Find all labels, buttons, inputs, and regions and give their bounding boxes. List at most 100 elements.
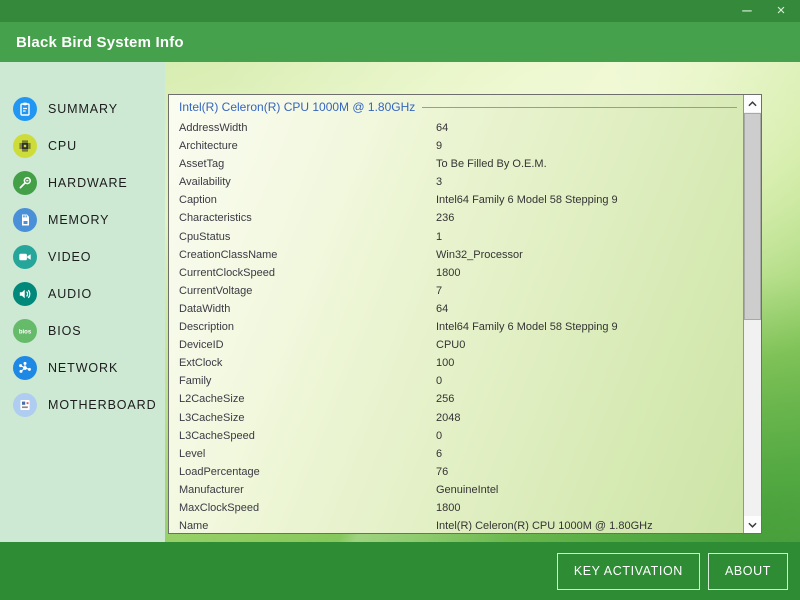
property-name: Caption (179, 194, 217, 206)
property-row[interactable]: DeviceID CPU0 (169, 336, 743, 354)
motherboard-icon (13, 393, 37, 417)
window-controls: – × (734, 0, 794, 22)
property-value: CPU0 (436, 336, 465, 354)
property-name: LoadPercentage (179, 466, 260, 478)
property-name: AddressWidth (179, 122, 247, 134)
property-value: 1800 (436, 499, 460, 517)
sidebar-item-motherboard[interactable]: MOTHERBOARD (0, 386, 165, 423)
property-name: CpuStatus (179, 231, 230, 243)
chip-icon (13, 134, 37, 158)
sidebar-item-summary[interactable]: SUMMARY (0, 90, 165, 127)
about-button[interactable]: ABOUT (708, 553, 788, 590)
property-row[interactable]: CpuStatus 1 (169, 228, 743, 246)
property-row[interactable]: CurrentVoltage 7 (169, 282, 743, 300)
cpu-properties-panel: Intel(R) Celeron(R) CPU 1000M @ 1.80GHz … (168, 94, 762, 534)
property-name: CreationClassName (179, 249, 277, 261)
property-name: DataWidth (179, 303, 230, 315)
sidebar-item-cpu[interactable]: CPU (0, 127, 165, 164)
property-row[interactable]: Family 0 (169, 372, 743, 390)
property-row[interactable]: MaxClockSpeed 1800 (169, 499, 743, 517)
speaker-icon (13, 282, 37, 306)
property-name: Level (179, 448, 205, 460)
property-row[interactable]: AssetTag To Be Filled By O.E.M. (169, 155, 743, 173)
property-name: L2CacheSize (179, 393, 244, 405)
group-header: Intel(R) Celeron(R) CPU 1000M @ 1.80GHz (169, 95, 761, 119)
sidebar-item-label: MOTHERBOARD (48, 398, 157, 412)
scroll-down-button[interactable] (744, 516, 761, 533)
property-row[interactable]: AddressWidth 64 (169, 119, 743, 137)
property-name: ExtClock (179, 357, 222, 369)
property-row[interactable]: LoadPercentage 76 (169, 463, 743, 481)
property-value: 7 (436, 282, 442, 300)
property-row[interactable]: Level 6 (169, 445, 743, 463)
property-row[interactable]: Name Intel(R) Celeron(R) CPU 1000M @ 1.8… (169, 517, 743, 531)
sidebar-item-video[interactable]: VIDEO (0, 238, 165, 275)
scrollbar-track[interactable] (744, 112, 761, 516)
sidebar-item-label: NETWORK (48, 361, 118, 375)
minimize-button[interactable]: – (734, 0, 760, 22)
property-name: Characteristics (179, 212, 252, 224)
property-row[interactable]: Availability 3 (169, 173, 743, 191)
sidebar-item-label: SUMMARY (48, 102, 118, 116)
property-row[interactable]: Caption Intel64 Family 6 Model 58 Steppi… (169, 191, 743, 209)
property-row[interactable]: L3CacheSize 2048 (169, 409, 743, 427)
property-value: 1800 (436, 264, 460, 282)
property-row[interactable]: Architecture 9 (169, 137, 743, 155)
footer-bar: KEY ACTIVATION ABOUT (0, 542, 800, 600)
sidebar-item-audio[interactable]: AUDIO (0, 275, 165, 312)
scroll-up-button[interactable] (744, 95, 761, 112)
property-list: AddressWidth 64 Architecture 9 AssetTag … (169, 119, 743, 531)
sidebar-item-network[interactable]: NETWORK (0, 349, 165, 386)
property-row[interactable]: ExtClock 100 (169, 354, 743, 372)
property-value: 3 (436, 173, 442, 191)
sidebar-item-label: BIOS (48, 324, 81, 338)
sidebar-item-hardware[interactable]: HARDWARE (0, 164, 165, 201)
property-row[interactable]: CurrentClockSpeed 1800 (169, 264, 743, 282)
property-value: 0 (436, 427, 442, 445)
app-window: – × Black Bird System Info SUMMARY CPU H… (0, 0, 800, 600)
property-name: Availability (179, 176, 231, 188)
video-camera-icon (13, 245, 37, 269)
title-bar: Black Bird System Info (0, 22, 800, 62)
property-name: Manufacturer (179, 484, 244, 496)
sidebar-item-label: HARDWARE (48, 176, 128, 190)
property-row[interactable]: Characteristics 236 (169, 209, 743, 227)
close-button[interactable]: × (768, 0, 794, 22)
property-row[interactable]: L2CacheSize 256 (169, 390, 743, 408)
property-name: Family (179, 375, 211, 387)
property-value: 256 (436, 390, 454, 408)
property-name: Name (179, 520, 208, 531)
property-value: 64 (436, 119, 448, 137)
sidebar-item-bios[interactable]: bios BIOS (0, 312, 165, 349)
property-name: MaxClockSpeed (179, 502, 259, 514)
property-value: 76 (436, 463, 448, 481)
sidebar-item-label: CPU (48, 139, 77, 153)
scrollbar-thumb[interactable] (744, 113, 761, 320)
cpu-group-title: Intel(R) Celeron(R) CPU 1000M @ 1.80GHz (179, 100, 415, 114)
window-body: SUMMARY CPU HARDWARE MEMORY VIDEO AUDIO … (0, 62, 800, 542)
property-row[interactable]: CreationClassName Win32_Processor (169, 246, 743, 264)
sidebar-item-label: AUDIO (48, 287, 92, 301)
property-row[interactable]: Description Intel64 Family 6 Model 58 St… (169, 318, 743, 336)
memory-card-icon (13, 208, 37, 232)
property-value: Win32_Processor (436, 246, 523, 264)
property-value: 236 (436, 209, 454, 227)
tools-icon (13, 171, 37, 195)
property-value: 0 (436, 372, 442, 390)
group-divider-line (422, 107, 737, 108)
property-value: 1 (436, 228, 442, 246)
vertical-scrollbar[interactable] (743, 95, 761, 533)
property-value: To Be Filled By O.E.M. (436, 155, 547, 173)
property-row[interactable]: DataWidth 64 (169, 300, 743, 318)
key-activation-button[interactable]: KEY ACTIVATION (557, 553, 700, 590)
sidebar-item-memory[interactable]: MEMORY (0, 201, 165, 238)
property-row[interactable]: L3CacheSpeed 0 (169, 427, 743, 445)
property-value: 6 (436, 445, 442, 463)
property-row[interactable]: Manufacturer GenuineIntel (169, 481, 743, 499)
property-name: CurrentVoltage (179, 285, 252, 297)
property-value: 2048 (436, 409, 460, 427)
property-name: Description (179, 321, 234, 333)
sidebar: SUMMARY CPU HARDWARE MEMORY VIDEO AUDIO … (0, 62, 165, 542)
property-value: Intel64 Family 6 Model 58 Stepping 9 (436, 191, 618, 209)
property-name: Architecture (179, 140, 238, 152)
